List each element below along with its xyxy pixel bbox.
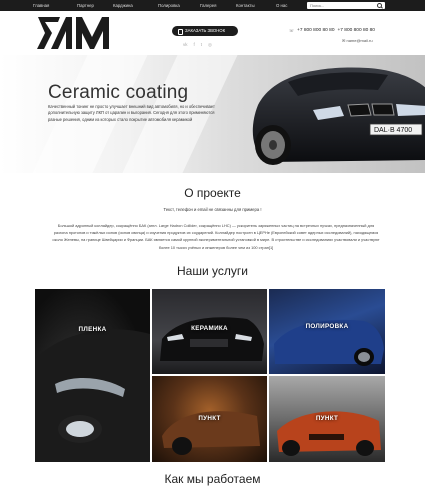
service-label-item-1: ПУНКТ [198,415,221,422]
main-nav: Главная Партнер Карджина Полировка Галер… [33,0,306,11]
logo[interactable] [36,15,114,51]
nav-item-contacts[interactable]: Контакты [236,0,276,11]
nav-item-gallery[interactable]: Галерея [200,0,236,11]
facebook-icon[interactable]: f [194,42,195,47]
vk-icon[interactable]: vk [183,42,188,47]
service-tile-item-1[interactable]: ПУНКТ [152,376,267,462]
hero-banner: DAL·B 4700 Ceramic coating Качественный … [0,55,425,173]
twitter-icon[interactable]: t [201,42,202,47]
hero-text: Качественный тонинг не просто улучшает в… [48,104,215,122]
hero-car-image: DAL·B 4700 [252,67,425,165]
service-tile-ceramic[interactable]: КЕРАМИКА [152,289,267,374]
service-label-item-2: ПУНКТ [315,415,339,422]
nav-item-partner[interactable]: Партнер [77,0,113,11]
license-plate: DAL·B 4700 [374,127,412,134]
about-subtitle: Текст, телефон и email не связанны для п… [163,207,262,212]
social-links: vk f t ◎ [183,42,212,47]
service-label-ceramic: КЕРАМИКА [191,325,228,332]
nav-item-polishing[interactable]: Полировка [158,0,200,11]
services-grid: ПЛЕНКА КЕРАМИКА ПОЛИРОВКА ПУНКТ ПУНКТ [35,289,385,462]
search-icon[interactable] [377,3,382,9]
phone-number-2[interactable]: +7 800 800 80 80 [338,28,375,33]
search-placeholder: Поиск... [310,3,325,8]
nav-item-home[interactable]: Главная [33,0,77,11]
service-tile-item-2[interactable]: ПУНКТ [269,376,385,462]
service-tile-polishing[interactable]: ПОЛИРОВКА [269,289,385,374]
polishing-car-image [274,319,384,366]
instagram-icon[interactable]: ◎ [208,42,212,47]
search-input[interactable]: Поиск... [307,2,385,9]
nav-item-cards[interactable]: Карджина [113,0,158,11]
hero-title: Ceramic coating [48,82,189,103]
call-request-label: ЗАКАЗАТЬ ЗВОНОК [185,28,226,33]
service-tile-film[interactable]: ПЛЕНКА [35,289,150,462]
film-car-image [35,329,150,462]
nav-item-about[interactable]: О нас [276,0,306,11]
top-nav-bar: Главная Партнер Карджина Полировка Галер… [0,0,425,11]
email-text: name@mail.ru [346,38,373,43]
how-we-work-title: Как мы работаем [164,472,261,486]
services-title: Наши услуги [177,264,248,278]
phone-number-1[interactable]: +7 800 800 80 80 [297,28,334,33]
call-request-button[interactable]: ЗАКАЗАТЬ ЗВОНОК [172,26,238,36]
service-label-film: ПЛЕНКА [78,326,107,333]
header-phones: ☏ +7 800 800 80 80 +7 800 800 80 80 [289,28,375,33]
about-title: О проекте [184,186,241,200]
service-label-polishing: ПОЛИРОВКА [305,323,349,330]
about-text: Большой адронный коллайдер, сокращённо Б… [52,223,380,250]
phone-icon: ☏ [289,28,295,33]
phone-icon [178,28,183,35]
header-email[interactable]: ✉ name@mail.ru [342,38,373,43]
